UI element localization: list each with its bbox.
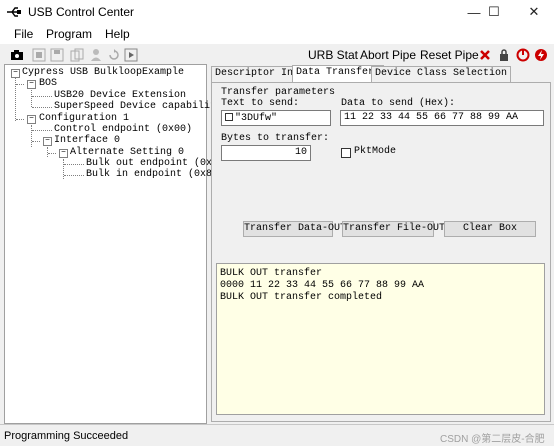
window-title: USB Control Center bbox=[28, 5, 135, 19]
lightning-icon[interactable] bbox=[534, 48, 548, 62]
tree-item-configuration[interactable]: Configuration 1 bbox=[39, 113, 129, 124]
tab-panel: Descriptor Info Data Transfers Device Cl… bbox=[211, 65, 551, 422]
tree-collapse-toggle[interactable]: − bbox=[27, 80, 36, 89]
bytes-to-transfer-label: Bytes to transfer: bbox=[221, 133, 330, 144]
pktmode-checkbox[interactable] bbox=[341, 148, 351, 158]
target-icon[interactable] bbox=[516, 48, 530, 62]
toolbar: URB Stat Abort Pipe Reset Pipe bbox=[0, 44, 554, 66]
transfer-output-log[interactable]: BULK OUT transfer 0000 11 22 33 44 55 66… bbox=[216, 263, 545, 415]
data-to-send-hex-label: Data to send (Hex): bbox=[341, 98, 456, 109]
save-icon[interactable] bbox=[50, 48, 64, 62]
refresh-icon[interactable] bbox=[107, 48, 121, 62]
output-line: 0000 11 22 33 44 55 66 77 88 99 AA bbox=[220, 280, 425, 291]
status-text: Programming Succeeded bbox=[4, 430, 129, 442]
text-to-send-label: Text to send: bbox=[221, 98, 300, 109]
menu-help[interactable]: Help bbox=[105, 27, 130, 41]
transfer-parameters-label: Transfer parameters bbox=[221, 87, 336, 98]
status-bar: Programming Succeeded CSDN @第二层皮-合肥 bbox=[0, 424, 554, 446]
usb-app-icon bbox=[7, 7, 21, 17]
device-tree: − Cypress USB BulkloopExample − BOS USB2… bbox=[4, 64, 230, 424]
menu-file[interactable]: File bbox=[14, 27, 33, 41]
close-icon: ✕ bbox=[528, 4, 540, 19]
lock-icon[interactable] bbox=[497, 48, 511, 62]
camera-icon[interactable] bbox=[10, 48, 24, 62]
play-icon[interactable] bbox=[124, 48, 138, 62]
tree-item-bulk-in-endpoint[interactable]: Bulk in endpoint (0x81) bbox=[86, 169, 224, 180]
transfer-file-out-button[interactable]: Transfer File-OUT bbox=[342, 221, 445, 237]
bytes-to-transfer-input[interactable]: 10 bbox=[221, 145, 311, 161]
output-line: BULK OUT transfer bbox=[220, 268, 323, 279]
clear-box-button[interactable]: Clear Box bbox=[444, 221, 536, 237]
transfer-data-out-button[interactable]: Transfer Data-OUT bbox=[243, 221, 346, 237]
power-icon[interactable] bbox=[478, 48, 492, 62]
tree-item-alternate-setting[interactable]: Alternate Setting 0 bbox=[70, 147, 184, 158]
text-box-glyph bbox=[225, 113, 233, 121]
tree-item-bos[interactable]: BOS bbox=[39, 78, 57, 89]
tree-item-control-endpoint[interactable]: Control endpoint (0x00) bbox=[54, 124, 192, 135]
tree-item-superspeed-capability[interactable]: SuperSpeed Device capability bbox=[54, 101, 222, 112]
output-line: BULK OUT transfer completed bbox=[220, 292, 383, 303]
text-to-send-input[interactable]: "3DUfw" bbox=[221, 110, 331, 126]
watermark-text: CSDN @第二层皮-合肥 bbox=[440, 434, 545, 445]
text-to-send-value: "3DUfw" bbox=[235, 113, 278, 124]
tree-item-interface[interactable]: Interface 0 bbox=[54, 135, 120, 146]
abort-pipe-button[interactable]: Abort Pipe bbox=[360, 48, 416, 62]
copy-icon[interactable] bbox=[70, 48, 84, 62]
menu-program[interactable]: Program bbox=[46, 27, 92, 41]
tree-item-device[interactable]: Cypress USB BulkloopExample bbox=[22, 67, 184, 78]
maximize-button[interactable]: ☐ bbox=[474, 0, 514, 24]
title-bar: USB Control Center — ☐ ✕ bbox=[0, 0, 554, 24]
tree-collapse-toggle[interactable]: − bbox=[11, 69, 20, 78]
maximize-icon: ☐ bbox=[488, 4, 500, 19]
data-to-send-hex-input[interactable]: 11 22 33 44 55 66 77 88 99 AA bbox=[340, 110, 544, 126]
menu-bar: File Program Help bbox=[0, 24, 554, 44]
tree-collapse-toggle[interactable]: − bbox=[27, 115, 36, 124]
close-button[interactable]: ✕ bbox=[514, 0, 554, 24]
tab-device-class-selection[interactable]: Device Class Selection bbox=[371, 66, 512, 83]
user-icon[interactable] bbox=[89, 48, 103, 62]
stop-icon[interactable] bbox=[32, 48, 46, 62]
data-transfers-pane: Transfer parameters Text to send: "3DUfw… bbox=[211, 82, 551, 422]
tree-item-usb20-extension[interactable]: USB20 Device Extension bbox=[54, 90, 186, 101]
pktmode-label: PktMode bbox=[354, 146, 397, 157]
tree-collapse-toggle[interactable]: − bbox=[43, 137, 52, 146]
urb-stat-button[interactable]: URB Stat bbox=[308, 48, 358, 62]
tree-collapse-toggle[interactable]: − bbox=[59, 149, 68, 158]
tree-item-bulk-out-endpoint[interactable]: Bulk out endpoint (0x01) bbox=[86, 158, 230, 169]
reset-pipe-button[interactable]: Reset Pipe bbox=[420, 48, 479, 62]
